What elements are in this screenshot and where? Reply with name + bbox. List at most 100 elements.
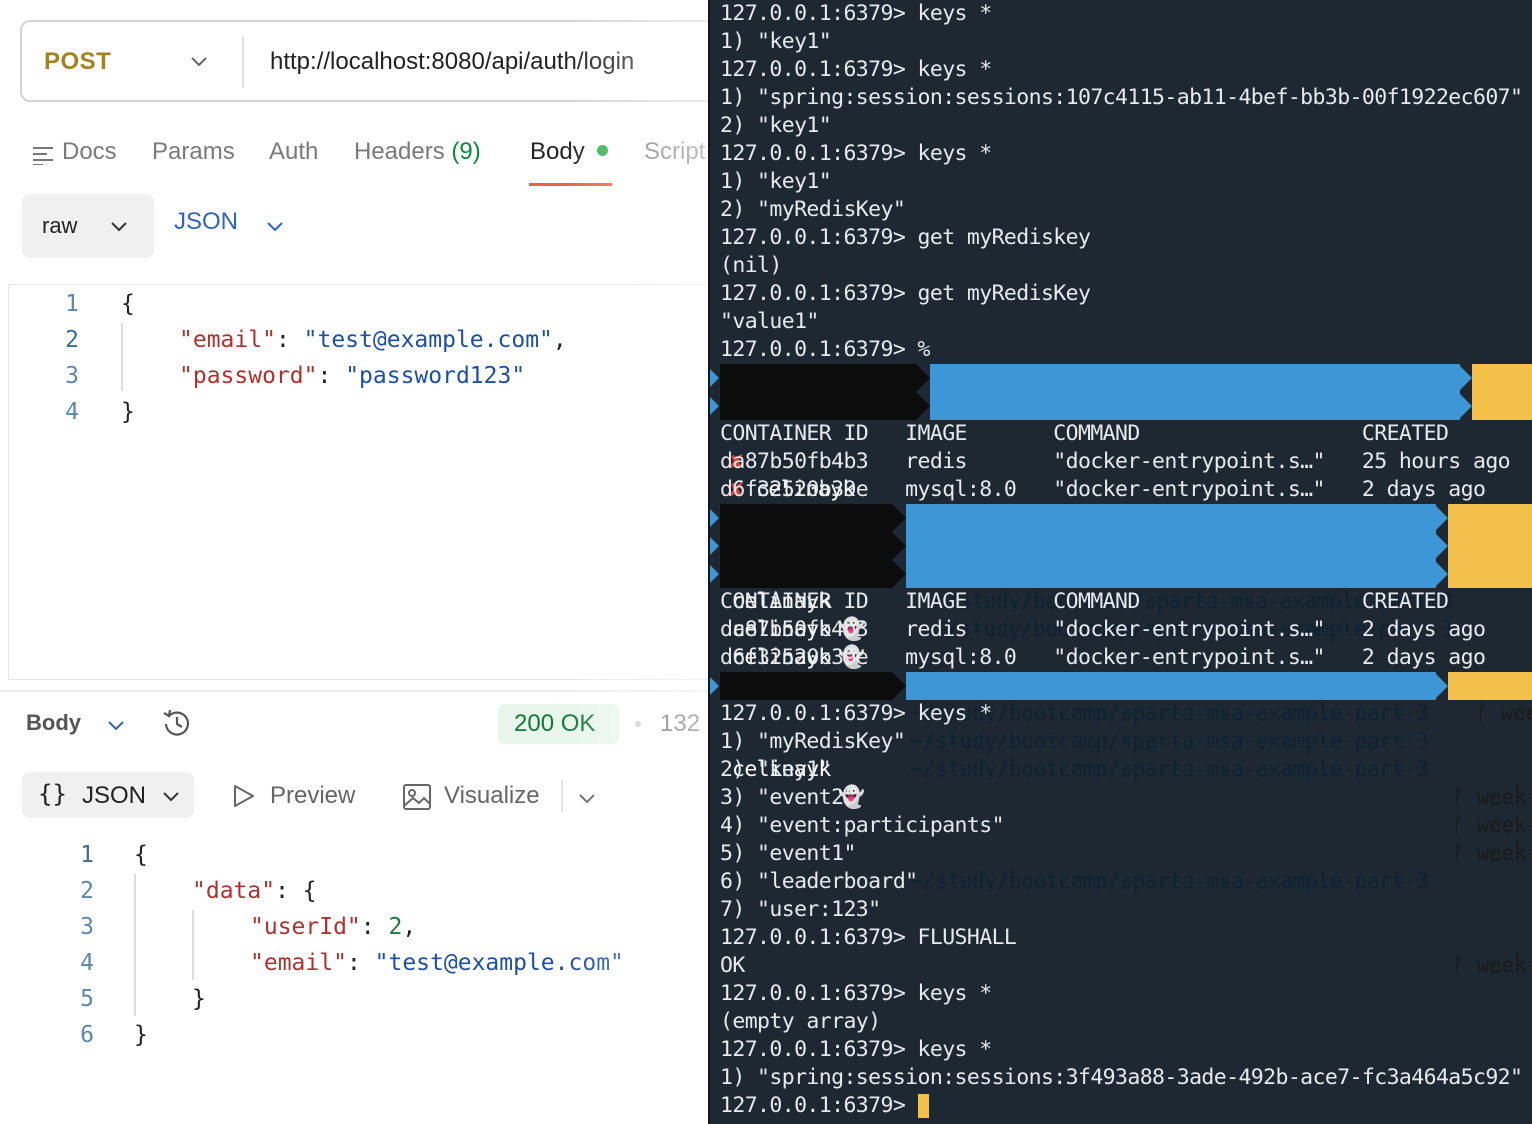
image-icon[interactable] [402, 782, 432, 812]
code-brace: { [302, 878, 317, 904]
chevron-down-icon[interactable] [576, 787, 598, 809]
line-number: 3 [65, 363, 79, 389]
terminal-line: 1) "spring:session:sessions:3f493a88-3ad… [720, 1065, 1523, 1090]
terminal-line: 127.0.0.1:6379> get myRedisKey [720, 281, 1091, 306]
tab-auth[interactable]: Auth [269, 138, 318, 166]
tab-scripts[interactable]: Script [644, 138, 705, 166]
prompt-arrow-icon [710, 397, 719, 415]
json-key: "userId" [250, 914, 361, 940]
terminal-window[interactable]: 127.0.0.1:6379> keys * 1) "key1" 127.0.0… [708, 0, 1532, 1124]
separator-dot [635, 721, 641, 727]
terminal-line: 2) "key1" [720, 113, 832, 138]
tab-headers[interactable]: Headers (9) [354, 138, 481, 166]
prompt-arrow-icon [710, 509, 719, 527]
terminal-line: 127.0.0.1:6379> keys * [720, 1, 992, 26]
line-number: 6 [80, 1022, 94, 1048]
terminal-line: 127.0.0.1:6379> keys * [720, 57, 992, 82]
response-view-json-label: JSON [82, 782, 147, 809]
shell-prompt: celinayk 👻 ~/study/bootcamp/sparta-msa-e… [710, 672, 1532, 978]
code-line: } [192, 986, 206, 1012]
active-tab-indicator [529, 183, 612, 186]
indent-guide [134, 874, 136, 1016]
line-number: 4 [80, 950, 94, 976]
response-body-label[interactable]: Body [26, 710, 81, 736]
docker-ps-header: CONTAINER ID IMAGE COMMAND CREATED ST [720, 589, 1532, 614]
tab-headers-label: Headers [354, 138, 445, 165]
indent-guide [121, 323, 123, 391]
terminal-cursor [917, 1094, 929, 1118]
code-line: "password": "password123" [179, 363, 526, 389]
tab-body-label: Body [530, 138, 585, 165]
docker-ps-row: d6f32520b39e mysql:8.0 "docker-entrypoin… [720, 645, 1532, 670]
tab-docs[interactable]: Docs [62, 138, 117, 166]
indent-guide [192, 910, 194, 980]
body-modified-dot [596, 145, 608, 157]
chevron-down-icon[interactable] [264, 215, 286, 237]
chevron-down-icon[interactable] [106, 715, 126, 735]
terminal-input-line[interactable]: 127.0.0.1:6379> [710, 1092, 1532, 1120]
docs-icon [33, 147, 53, 165]
terminal-line: 6) "leaderboard" [720, 869, 918, 894]
terminal-line: 1) "key1" [720, 29, 832, 54]
tab-body[interactable]: Body [530, 138, 608, 166]
play-icon[interactable] [232, 784, 256, 808]
terminal-line: 127.0.0.1:6379> keys * [720, 141, 992, 166]
prompt-arrow-icon [710, 677, 719, 695]
body-mode-select[interactable]: raw [22, 194, 154, 258]
json-string: "password123" [345, 363, 526, 389]
response-view-visualize[interactable]: Visualize [444, 782, 540, 810]
response-size: 132 [660, 710, 701, 737]
pane-divider[interactable] [0, 690, 710, 692]
url-input[interactable]: http://localhost:8080/api/auth/login [270, 48, 634, 76]
chevron-down-icon [111, 222, 127, 232]
status-badge: 200 OK [498, 704, 619, 744]
terminal-line: 2) "key1" [720, 757, 832, 782]
json-string: "test@example.com" [303, 327, 553, 353]
terminal-line: (empty array) [720, 1009, 881, 1034]
docker-ps-row: d6f32520b39e mysql:8.0 "docker-entrypoin… [720, 477, 1532, 502]
line-number: 3 [80, 914, 94, 940]
terminal-line: 127.0.0.1:6379> % [720, 337, 930, 362]
terminal-line: 127.0.0.1:6379> keys * [720, 981, 992, 1006]
shell-prompt: celinayk 👻 ~/study/bootcamp/sparta-msa-e… [710, 560, 1532, 866]
terminal-line: (nil) [720, 253, 782, 278]
line-number: 5 [80, 986, 94, 1012]
headers-count-badge: (9) [451, 138, 481, 165]
json-key: "data" [192, 878, 276, 904]
terminal-line: 1) "key1" [720, 169, 832, 194]
response-view-preview[interactable]: Preview [270, 782, 355, 810]
prompt-arrow-icon [710, 537, 719, 555]
code-line: "email": "test@example.com", [179, 327, 567, 353]
line-number: 2 [65, 327, 79, 353]
shell-prompt: celinayk 👻 ~/study/bootcamp/sparta-msa-e… [710, 532, 1532, 838]
code-line: "email": "test@example.com" [250, 950, 624, 976]
prompt-arrow-icon [710, 565, 719, 583]
terminal-line: OK [720, 953, 745, 978]
line-number: 1 [80, 842, 94, 868]
chevron-down-icon [163, 792, 179, 802]
request-url-bar[interactable]: POST http://localhost:8080/api/auth/logi… [20, 20, 710, 102]
line-number: 1 [65, 291, 79, 317]
shell-prompt: ✘ celinayk 👻 ~/study/bootcamp/sparta-msa… [710, 364, 1532, 698]
http-method-select[interactable]: POST [44, 48, 111, 76]
terminal-line: 1) "myRedisKey" [720, 729, 906, 754]
terminal-line: 127.0.0.1:6379> keys * [720, 1037, 992, 1062]
body-format-select[interactable]: JSON [174, 208, 238, 236]
json-number: 2 [388, 914, 403, 940]
code-line: "data": { [192, 878, 317, 904]
json-key: "email" [250, 950, 347, 976]
history-icon[interactable] [160, 707, 194, 741]
request-body-editor[interactable]: 1 2 3 4 { "email": "test@example.com", "… [8, 284, 710, 680]
line-number: 4 [65, 399, 79, 425]
shell-prompt: celinayk 👻 ~/study/bootcamp/sparta-msa-e… [710, 504, 1532, 810]
code-line: } [121, 399, 135, 425]
code-line: } [134, 1022, 148, 1048]
tab-params[interactable]: Params [152, 138, 235, 166]
terminal-line: "value1" [720, 309, 819, 334]
terminal-line: 127.0.0.1:6379> keys * [720, 701, 992, 726]
chevron-down-icon[interactable] [188, 50, 210, 72]
prompt-arrow-icon [710, 369, 719, 387]
shell-prompt: ✘ celinayk 👻 ~/study/bootcamp/sparta-msa… [710, 392, 1532, 726]
response-view-json[interactable]: {} JSON [22, 772, 194, 818]
terminal-line: 3) "event2" [720, 785, 856, 810]
